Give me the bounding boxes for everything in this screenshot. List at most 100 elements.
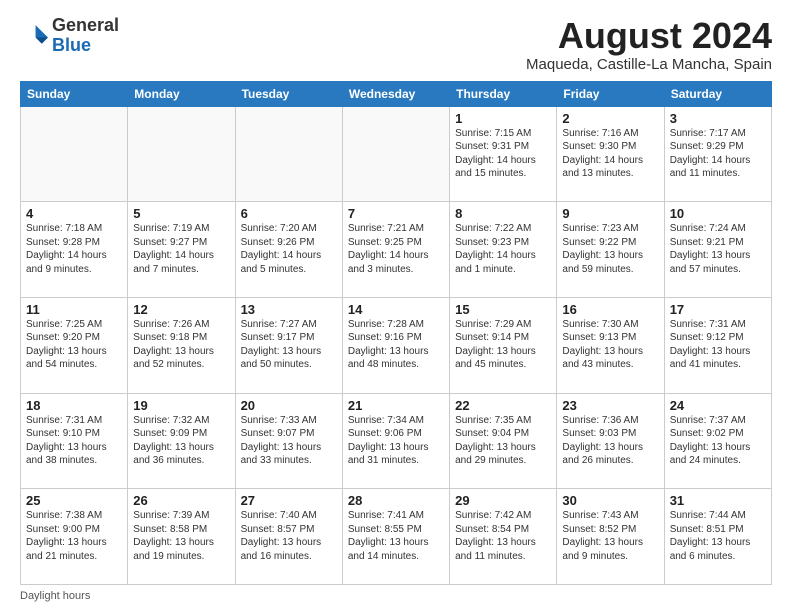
day-number: 19 [133,398,229,413]
day-info: Sunrise: 7:16 AM Sunset: 9:30 PM Dayligh… [562,127,658,181]
calendar-table: SundayMondayTuesdayWednesdayThursdayFrid… [20,81,772,585]
header: General Blue August 2024 Maqueda, Castil… [20,16,772,73]
calendar-cell: 29Sunrise: 7:42 AM Sunset: 8:54 PM Dayli… [450,489,557,585]
week-row-2: 11Sunrise: 7:25 AM Sunset: 9:20 PM Dayli… [21,297,772,393]
footer-note: Daylight hours [20,590,772,602]
day-info: Sunrise: 7:26 AM Sunset: 9:18 PM Dayligh… [133,318,229,372]
weekday-sunday: Sunday [21,81,128,106]
calendar-cell [235,106,342,202]
day-info: Sunrise: 7:18 AM Sunset: 9:28 PM Dayligh… [26,222,122,276]
day-info: Sunrise: 7:32 AM Sunset: 9:09 PM Dayligh… [133,414,229,468]
day-number: 21 [348,398,444,413]
day-info: Sunrise: 7:19 AM Sunset: 9:27 PM Dayligh… [133,222,229,276]
day-number: 16 [562,302,658,317]
day-number: 11 [26,302,122,317]
week-row-1: 4Sunrise: 7:18 AM Sunset: 9:28 PM Daylig… [21,202,772,298]
day-info: Sunrise: 7:36 AM Sunset: 9:03 PM Dayligh… [562,414,658,468]
calendar-cell: 27Sunrise: 7:40 AM Sunset: 8:57 PM Dayli… [235,489,342,585]
calendar-cell: 21Sunrise: 7:34 AM Sunset: 9:06 PM Dayli… [342,393,449,489]
weekday-thursday: Thursday [450,81,557,106]
day-number: 17 [670,302,766,317]
calendar-cell: 17Sunrise: 7:31 AM Sunset: 9:12 PM Dayli… [664,297,771,393]
calendar-cell: 23Sunrise: 7:36 AM Sunset: 9:03 PM Dayli… [557,393,664,489]
calendar-cell: 14Sunrise: 7:28 AM Sunset: 9:16 PM Dayli… [342,297,449,393]
calendar-cell: 24Sunrise: 7:37 AM Sunset: 9:02 PM Dayli… [664,393,771,489]
calendar-cell: 30Sunrise: 7:43 AM Sunset: 8:52 PM Dayli… [557,489,664,585]
calendar-cell: 15Sunrise: 7:29 AM Sunset: 9:14 PM Dayli… [450,297,557,393]
weekday-saturday: Saturday [664,81,771,106]
day-info: Sunrise: 7:23 AM Sunset: 9:22 PM Dayligh… [562,222,658,276]
day-number: 6 [241,206,337,221]
calendar-cell: 26Sunrise: 7:39 AM Sunset: 8:58 PM Dayli… [128,489,235,585]
day-number: 28 [348,493,444,508]
day-number: 7 [348,206,444,221]
calendar-cell [342,106,449,202]
day-number: 27 [241,493,337,508]
day-info: Sunrise: 7:43 AM Sunset: 8:52 PM Dayligh… [562,509,658,563]
calendar-cell: 20Sunrise: 7:33 AM Sunset: 9:07 PM Dayli… [235,393,342,489]
logo-general: General [52,15,119,35]
day-number: 3 [670,111,766,126]
day-number: 26 [133,493,229,508]
weekday-friday: Friday [557,81,664,106]
day-info: Sunrise: 7:42 AM Sunset: 8:54 PM Dayligh… [455,509,551,563]
day-number: 12 [133,302,229,317]
calendar-cell: 8Sunrise: 7:22 AM Sunset: 9:23 PM Daylig… [450,202,557,298]
calendar-cell: 28Sunrise: 7:41 AM Sunset: 8:55 PM Dayli… [342,489,449,585]
calendar-cell: 22Sunrise: 7:35 AM Sunset: 9:04 PM Dayli… [450,393,557,489]
calendar-cell: 2Sunrise: 7:16 AM Sunset: 9:30 PM Daylig… [557,106,664,202]
day-info: Sunrise: 7:41 AM Sunset: 8:55 PM Dayligh… [348,509,444,563]
day-number: 10 [670,206,766,221]
logo-text: General Blue [52,16,119,56]
day-number: 1 [455,111,551,126]
weekday-wednesday: Wednesday [342,81,449,106]
day-info: Sunrise: 7:27 AM Sunset: 9:17 PM Dayligh… [241,318,337,372]
day-info: Sunrise: 7:44 AM Sunset: 8:51 PM Dayligh… [670,509,766,563]
logo-icon [20,22,48,50]
title-block: August 2024 Maqueda, Castille-La Mancha,… [526,16,772,73]
calendar-cell [21,106,128,202]
calendar-cell: 16Sunrise: 7:30 AM Sunset: 9:13 PM Dayli… [557,297,664,393]
calendar-cell [128,106,235,202]
day-number: 22 [455,398,551,413]
calendar-cell: 7Sunrise: 7:21 AM Sunset: 9:25 PM Daylig… [342,202,449,298]
calendar-cell: 4Sunrise: 7:18 AM Sunset: 9:28 PM Daylig… [21,202,128,298]
day-info: Sunrise: 7:20 AM Sunset: 9:26 PM Dayligh… [241,222,337,276]
day-number: 25 [26,493,122,508]
day-number: 31 [670,493,766,508]
day-info: Sunrise: 7:28 AM Sunset: 9:16 PM Dayligh… [348,318,444,372]
calendar-cell: 18Sunrise: 7:31 AM Sunset: 9:10 PM Dayli… [21,393,128,489]
day-number: 8 [455,206,551,221]
day-info: Sunrise: 7:17 AM Sunset: 9:29 PM Dayligh… [670,127,766,181]
day-number: 2 [562,111,658,126]
month-title: August 2024 [526,16,772,56]
logo: General Blue [20,16,119,56]
day-number: 4 [26,206,122,221]
calendar-cell: 3Sunrise: 7:17 AM Sunset: 9:29 PM Daylig… [664,106,771,202]
week-row-3: 18Sunrise: 7:31 AM Sunset: 9:10 PM Dayli… [21,393,772,489]
calendar-cell: 13Sunrise: 7:27 AM Sunset: 9:17 PM Dayli… [235,297,342,393]
calendar-cell: 1Sunrise: 7:15 AM Sunset: 9:31 PM Daylig… [450,106,557,202]
day-info: Sunrise: 7:34 AM Sunset: 9:06 PM Dayligh… [348,414,444,468]
page: General Blue August 2024 Maqueda, Castil… [0,0,792,612]
day-info: Sunrise: 7:33 AM Sunset: 9:07 PM Dayligh… [241,414,337,468]
calendar-cell: 6Sunrise: 7:20 AM Sunset: 9:26 PM Daylig… [235,202,342,298]
day-number: 29 [455,493,551,508]
day-info: Sunrise: 7:15 AM Sunset: 9:31 PM Dayligh… [455,127,551,181]
calendar-cell: 11Sunrise: 7:25 AM Sunset: 9:20 PM Dayli… [21,297,128,393]
day-info: Sunrise: 7:29 AM Sunset: 9:14 PM Dayligh… [455,318,551,372]
day-info: Sunrise: 7:24 AM Sunset: 9:21 PM Dayligh… [670,222,766,276]
calendar-cell: 10Sunrise: 7:24 AM Sunset: 9:21 PM Dayli… [664,202,771,298]
calendar-cell: 31Sunrise: 7:44 AM Sunset: 8:51 PM Dayli… [664,489,771,585]
day-info: Sunrise: 7:25 AM Sunset: 9:20 PM Dayligh… [26,318,122,372]
weekday-tuesday: Tuesday [235,81,342,106]
day-number: 9 [562,206,658,221]
day-info: Sunrise: 7:38 AM Sunset: 9:00 PM Dayligh… [26,509,122,563]
day-info: Sunrise: 7:35 AM Sunset: 9:04 PM Dayligh… [455,414,551,468]
day-number: 14 [348,302,444,317]
calendar-cell: 19Sunrise: 7:32 AM Sunset: 9:09 PM Dayli… [128,393,235,489]
location-subtitle: Maqueda, Castille-La Mancha, Spain [526,56,772,73]
day-number: 18 [26,398,122,413]
day-info: Sunrise: 7:40 AM Sunset: 8:57 PM Dayligh… [241,509,337,563]
day-info: Sunrise: 7:31 AM Sunset: 9:12 PM Dayligh… [670,318,766,372]
